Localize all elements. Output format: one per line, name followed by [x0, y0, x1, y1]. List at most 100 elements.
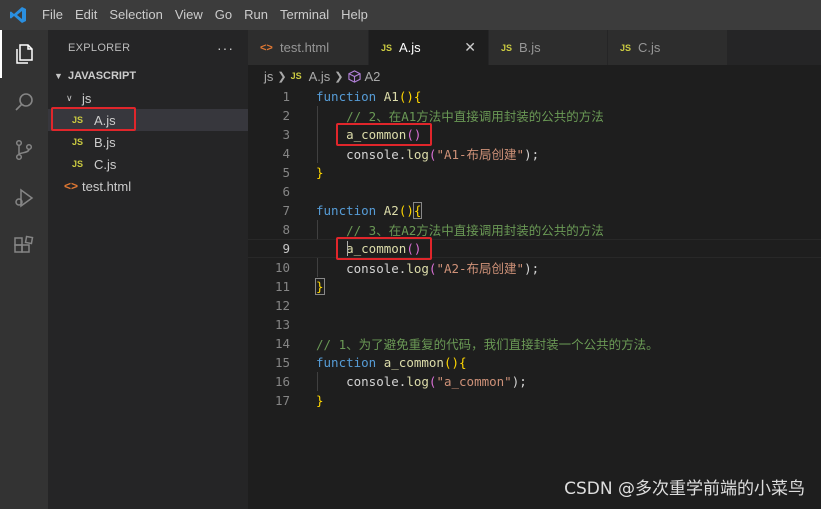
explorer-title: EXPLORER — [68, 41, 131, 54]
code-text: } — [316, 165, 324, 180]
html-file-icon: <> — [260, 41, 273, 54]
code-line-current: 9 a_common() — [248, 239, 821, 258]
line-number: 13 — [274, 317, 290, 332]
line-number: 11 — [274, 279, 290, 294]
explorer-sidebar: EXPLORER ··· ▼ JAVASCRIPT ∨ js JS A.js J… — [48, 30, 248, 509]
tree-file-test-html[interactable]: <> test.html — [48, 175, 248, 197]
breadcrumb: js ❯ JS A.js ❯ A2 — [248, 65, 821, 87]
line-number: 5 — [282, 165, 290, 180]
text-cursor — [347, 241, 348, 256]
code-text: function a_common(){ — [316, 355, 467, 370]
code-line: 16 console.log("a_common"); — [248, 372, 821, 391]
tab-c-js[interactable]: JS C.js — [608, 30, 728, 65]
line-number: 3 — [282, 127, 290, 142]
highlight-box — [51, 107, 136, 131]
tab-label: A.js — [399, 40, 421, 55]
tree-folder-label: js — [82, 90, 92, 106]
code-line: 4 console.log("A1-布局创建"); — [248, 144, 821, 163]
code-text: } — [315, 278, 325, 295]
code-line: 2 // 2、在A1方法中直接调用封装的公共的方法 — [248, 106, 821, 125]
code-line: 3 a_common() — [248, 125, 821, 144]
breadcrumb-symbol[interactable]: A2 — [365, 69, 381, 84]
menu-view[interactable]: View — [169, 0, 209, 30]
code-text: } — [316, 393, 324, 408]
line-number: 6 — [282, 184, 290, 199]
tab-label: C.js — [638, 40, 661, 55]
line-number: 17 — [274, 393, 290, 408]
tab-b-js[interactable]: JS B.js — [489, 30, 608, 65]
source-control-icon[interactable] — [0, 126, 48, 174]
chevron-down-icon: ∨ — [66, 92, 73, 103]
line-number: 14 — [274, 336, 290, 351]
activity-bar — [0, 30, 48, 509]
code-line: 14 // 1、为了避免重复的代码，我们直接封装一个公共的方法。 — [248, 334, 821, 353]
menu-bar: File Edit Selection View Go Run Terminal… — [36, 0, 374, 30]
menu-go[interactable]: Go — [209, 0, 238, 30]
code-line: 13 — [248, 315, 821, 334]
explorer-icon[interactable] — [0, 30, 48, 78]
code-line: 6 — [248, 182, 821, 201]
tree-file-label: B.js — [94, 134, 116, 150]
line-number: 8 — [282, 222, 290, 237]
code-editor[interactable]: 1 function A1(){ 2 // 2、在A1方法中直接调用封装的公共的… — [248, 87, 821, 509]
code-text: function A1(){ — [316, 89, 422, 104]
line-number: 15 — [274, 355, 290, 370]
search-icon[interactable] — [0, 78, 48, 126]
more-actions-icon[interactable]: ··· — [217, 40, 234, 56]
tab-label: test.html — [280, 40, 330, 55]
js-file-icon: JS — [620, 42, 632, 53]
run-debug-icon[interactable] — [0, 174, 48, 222]
close-icon[interactable]: ✕ — [464, 39, 476, 56]
menu-help[interactable]: Help — [335, 0, 374, 30]
watermark: CSDN @多次重学前端的小菜鸟 — [564, 479, 805, 499]
highlight-box — [336, 123, 432, 146]
line-number: 2 — [282, 108, 290, 123]
js-file-icon: JS — [72, 137, 84, 147]
code-line: 5 } — [248, 163, 821, 182]
code-line: 8 // 3、在A2方法中直接调用封装的公共的方法 — [248, 220, 821, 239]
chevron-down-icon: ▼ — [54, 71, 63, 81]
tab-test-html[interactable]: <> test.html — [248, 30, 369, 65]
tab-a-js[interactable]: JS A.js ✕ — [369, 30, 489, 65]
js-file-icon: JS — [381, 42, 393, 53]
code-line: 11 } — [248, 277, 821, 296]
menu-terminal[interactable]: Terminal — [274, 0, 335, 30]
js-file-icon: JS — [72, 159, 84, 169]
explorer-header: EXPLORER ··· — [48, 30, 248, 65]
menu-selection[interactable]: Selection — [103, 0, 168, 30]
line-number: 7 — [282, 203, 290, 218]
tree-folder-js[interactable]: ∨ js — [48, 87, 248, 109]
tree-file-label: C.js — [94, 156, 117, 172]
tree-file-c-js[interactable]: JS C.js — [48, 153, 248, 175]
menu-edit[interactable]: Edit — [69, 0, 103, 30]
chevron-right-icon: ❯ — [334, 70, 344, 83]
code-line: 15 function a_common(){ — [248, 353, 821, 372]
line-number: 12 — [274, 298, 290, 313]
line-number: 1 — [282, 89, 290, 104]
tree-root-javascript[interactable]: ▼ JAVASCRIPT — [48, 65, 248, 87]
js-file-icon: JS — [290, 71, 302, 81]
line-number: 10 — [274, 260, 290, 275]
tab-label: B.js — [519, 40, 541, 55]
tree-file-b-js[interactable]: JS B.js — [48, 131, 248, 153]
breadcrumb-file[interactable]: A.js — [309, 69, 331, 84]
vscode-logo-icon — [0, 0, 36, 30]
code-text: console.log("a_common"); — [346, 374, 527, 389]
line-number: 4 — [282, 146, 290, 161]
extensions-icon[interactable] — [0, 222, 48, 270]
code-text: // 1、为了避免重复的代码，我们直接封装一个公共的方法。 — [316, 337, 659, 352]
highlight-box — [336, 237, 432, 260]
chevron-right-icon: ❯ — [277, 70, 287, 83]
menu-run[interactable]: Run — [238, 0, 274, 30]
code-line: 7 function A2(){ — [248, 201, 821, 220]
code-line: 17 } — [248, 391, 821, 410]
html-file-icon: <> — [64, 179, 79, 193]
line-number: 16 — [274, 374, 290, 389]
menu-file[interactable]: File — [36, 0, 69, 30]
code-line: 12 — [248, 296, 821, 315]
tree-file-label: test.html — [82, 178, 132, 194]
code-line: 1 function A1(){ — [248, 87, 821, 106]
code-text: function A2(){ — [316, 202, 423, 219]
breadcrumb-folder[interactable]: js — [264, 69, 273, 84]
code-text: console.log("A1-布局创建"); — [346, 147, 540, 162]
